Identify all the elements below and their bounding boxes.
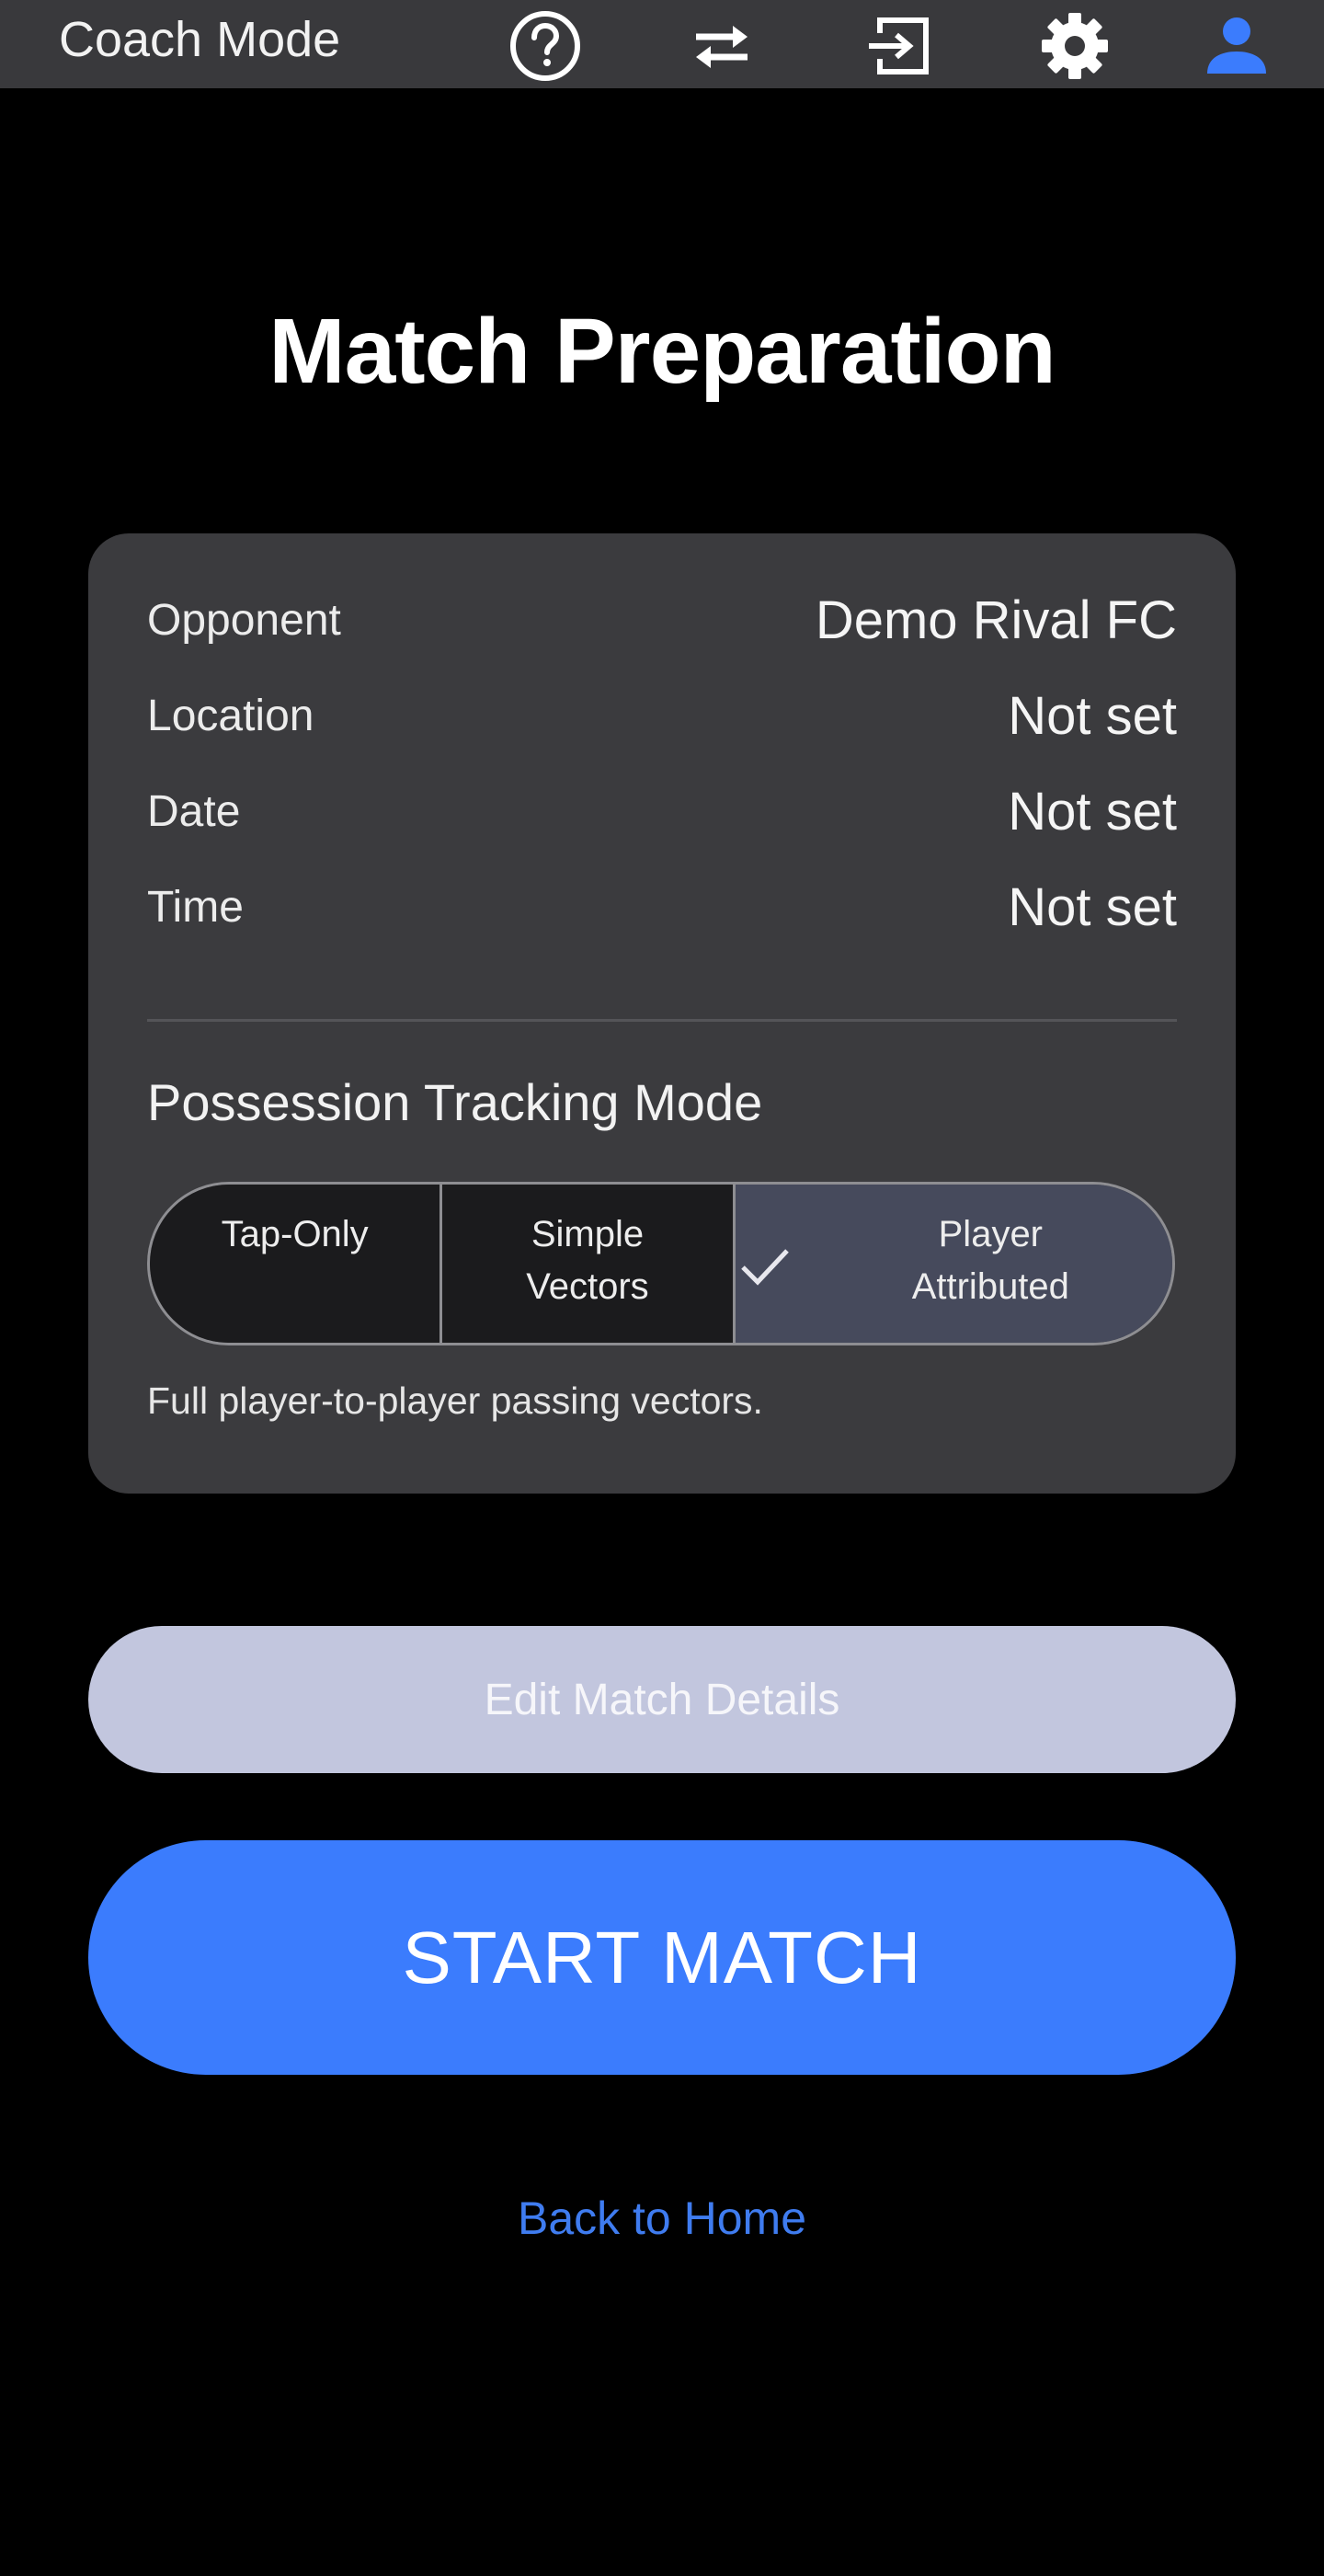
detail-label: Date — [147, 786, 241, 836]
mode-option-label: Simple Vectors — [526, 1214, 649, 1307]
detail-value: Demo Rival FC — [815, 590, 1177, 650]
mode-option-simple-vectors[interactable]: Simple Vectors — [439, 1185, 733, 1343]
detail-value: Not set — [1008, 781, 1177, 841]
app-bar: Coach Mode — [0, 0, 1324, 88]
edit-match-details-button[interactable]: Edit Match Details — [88, 1626, 1236, 1773]
mode-option-label: Player Attributed — [911, 1214, 1069, 1307]
swap-icon[interactable] — [685, 9, 759, 83]
gear-icon[interactable] — [1038, 9, 1112, 83]
detail-row-opponent: Opponent Demo Rival FC — [147, 583, 1177, 657]
detail-row-location: Location Not set — [147, 679, 1177, 752]
mode-description: Full player-to-player passing vectors. — [147, 1380, 763, 1422]
detail-row-date: Date Not set — [147, 774, 1177, 848]
exit-icon[interactable] — [862, 9, 935, 83]
app-bar-title: Coach Mode — [59, 12, 341, 67]
possession-mode-title: Possession Tracking Mode — [147, 1073, 763, 1131]
detail-label: Time — [147, 882, 244, 932]
possession-mode-selector: Tap-Only Simple Vectors Player Attribute… — [147, 1182, 1175, 1345]
page-title: Match Preparation — [268, 300, 1056, 403]
account-icon[interactable] — [1200, 9, 1273, 83]
mode-option-player-attributed[interactable]: Player Attributed — [732, 1185, 1172, 1343]
match-details-card: Opponent Demo Rival FC Location Not set … — [88, 533, 1236, 1494]
back-to-home-link[interactable]: Back to Home — [0, 2192, 1324, 2245]
detail-label: Opponent — [147, 595, 341, 645]
help-icon[interactable] — [508, 9, 582, 83]
detail-row-time: Time Not set — [147, 870, 1177, 944]
checkmark-icon — [739, 1243, 791, 1302]
detail-value: Not set — [1008, 685, 1177, 746]
start-match-button[interactable]: START MATCH — [88, 1840, 1236, 2075]
divider — [147, 1019, 1177, 1022]
mode-option-label: Tap-Only — [221, 1214, 369, 1254]
detail-label: Location — [147, 691, 314, 740]
mode-option-tap-only[interactable]: Tap-Only — [150, 1185, 440, 1343]
detail-value: Not set — [1008, 876, 1177, 937]
